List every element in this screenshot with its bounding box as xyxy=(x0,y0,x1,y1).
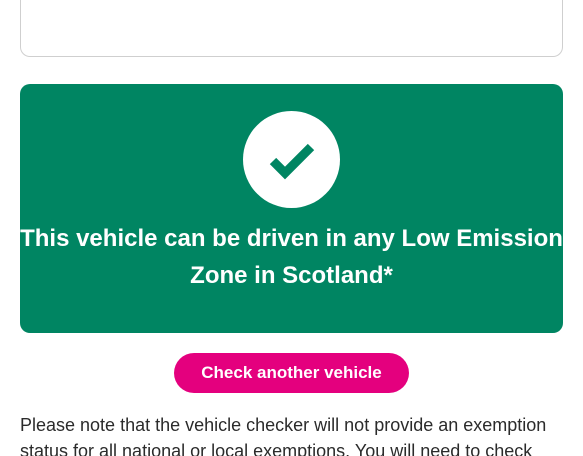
vehicle-checker-page: This vehicle can be driven in any Low Em… xyxy=(0,0,583,456)
result-message: This vehicle can be driven in any Low Em… xyxy=(20,225,563,289)
exemption-note: Please note that the vehicle checker wil… xyxy=(20,415,547,456)
vehicle-details-card xyxy=(20,0,563,57)
result-panel: This vehicle can be driven in any Low Em… xyxy=(20,84,563,333)
check-another-vehicle-button[interactable]: Check another vehicle xyxy=(174,353,409,393)
check-circle xyxy=(243,111,340,208)
check-icon xyxy=(269,143,314,179)
